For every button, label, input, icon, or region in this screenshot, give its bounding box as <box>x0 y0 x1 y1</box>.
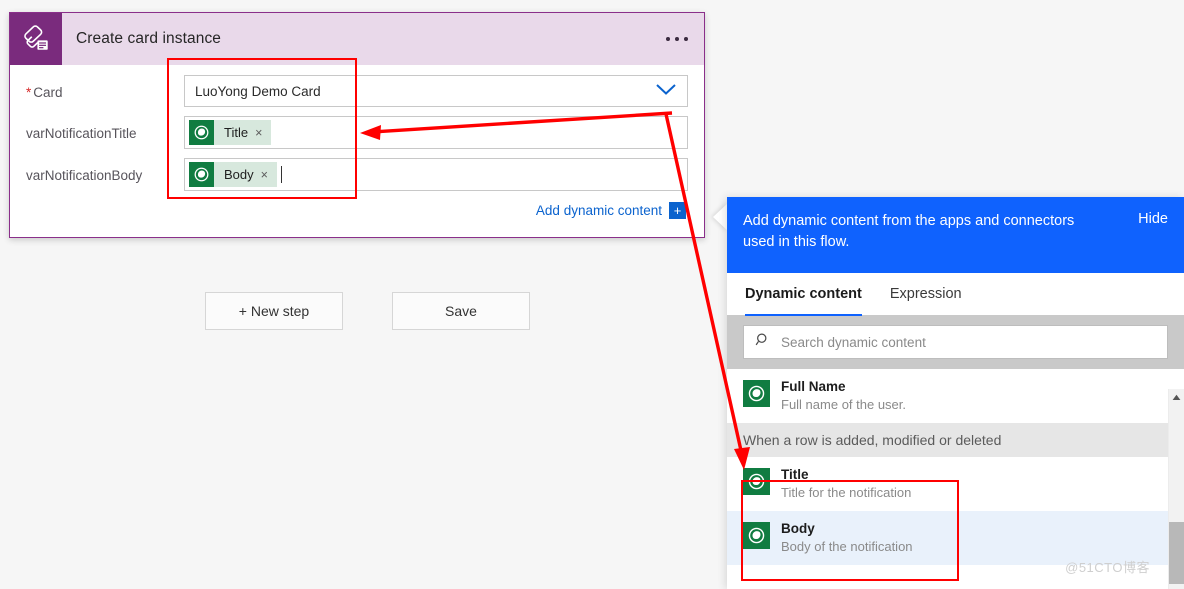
panel-scrollbar-thumb[interactable] <box>1169 522 1184 584</box>
list-item[interactable]: Full Name Full name of the user. <box>727 369 1184 423</box>
field-control-var-notification-body: Body × <box>184 158 688 191</box>
dynamic-content-list: Full Name Full name of the user. When a … <box>727 369 1184 565</box>
action-card-title: Create card instance <box>76 30 222 47</box>
flow-action-buttons: + New step Save <box>205 292 530 330</box>
dynamic-token-body-label: Body <box>224 167 254 182</box>
dataverse-icon <box>743 468 770 495</box>
list-item-description: Full name of the user. <box>781 397 907 412</box>
list-item-description: Body of the notification <box>781 539 913 554</box>
chevron-down-icon[interactable] <box>655 83 677 99</box>
list-item-text: Full Name Full name of the user. <box>781 378 906 414</box>
add-dynamic-content-row: Add dynamic content + <box>26 198 688 219</box>
search-placeholder: Search dynamic content <box>781 334 926 350</box>
dynamic-content-banner-text: Add dynamic content from the apps and co… <box>743 213 1075 250</box>
dynamic-content-banner: Add dynamic content from the apps and co… <box>727 197 1184 273</box>
card-combobox[interactable]: LuoYong Demo Card <box>184 75 688 107</box>
required-marker: * <box>26 85 32 100</box>
var-notification-body-input[interactable]: Body × <box>184 158 688 191</box>
dot <box>675 37 679 41</box>
action-card-header: Create card instance <box>10 13 704 65</box>
dynamic-content-search-wrap: Search dynamic content <box>727 315 1184 369</box>
dataverse-icon <box>743 380 770 407</box>
field-label-card: * Card <box>26 75 184 100</box>
panel-pointer <box>713 203 728 231</box>
field-row-var-notification-title: varNotificationTitle Title × <box>26 116 688 149</box>
remove-token-icon[interactable]: × <box>261 168 277 182</box>
list-item[interactable]: Body Body of the notification <box>727 511 1184 565</box>
dataverse-icon <box>743 522 770 549</box>
text-caret <box>280 166 282 183</box>
dynamic-token-title-label: Title <box>224 125 249 140</box>
list-item-name: Full Name <box>781 379 846 394</box>
save-button[interactable]: Save <box>392 292 530 330</box>
field-control-var-notification-title: Title × <box>184 116 688 149</box>
dynamic-token-title[interactable]: Title × <box>189 120 272 145</box>
field-row-card: * Card LuoYong Demo Card <box>26 75 688 107</box>
power-cards-icon <box>10 13 62 65</box>
list-item-name: Body <box>781 521 815 536</box>
dynamic-token-body[interactable]: Body × <box>189 162 277 187</box>
card-combobox-value: LuoYong Demo Card <box>195 83 321 99</box>
add-dynamic-content-link[interactable]: Add dynamic content <box>536 203 662 218</box>
create-card-instance-action: Create card instance * Card LuoYong Demo … <box>9 12 705 238</box>
overflow-menu-icon[interactable] <box>666 37 688 41</box>
tab-dynamic-content[interactable]: Dynamic content <box>745 273 862 316</box>
field-label-var-notification-body: varNotificationBody <box>26 168 143 183</box>
dot <box>666 37 670 41</box>
list-item-name: Title <box>781 467 809 482</box>
dot <box>684 37 688 41</box>
list-item-description: Title for the notification <box>781 485 912 500</box>
field-row-var-notification-body: varNotificationBody Body × <box>26 158 688 191</box>
list-group-header: When a row is added, modified or deleted <box>727 423 1184 457</box>
var-notification-title-input[interactable]: Title × <box>184 116 688 149</box>
dataverse-icon <box>189 120 214 145</box>
screenshot-root: Create card instance * Card LuoYong Demo … <box>0 0 1184 589</box>
new-step-button[interactable]: + New step <box>205 292 343 330</box>
field-label-text: Card <box>33 85 63 100</box>
scroll-up-arrow-icon[interactable] <box>1169 389 1184 406</box>
dynamic-content-tabs: Dynamic content Expression <box>727 273 1184 316</box>
field-label-var-notification-title: varNotificationTitle <box>26 126 137 141</box>
remove-token-icon[interactable]: × <box>255 126 271 140</box>
dataverse-icon <box>189 162 214 187</box>
dynamic-content-panel: Add dynamic content from the apps and co… <box>727 197 1184 589</box>
field-control-card: LuoYong Demo Card <box>184 75 688 107</box>
action-card-body: * Card LuoYong Demo Card varNotificationT… <box>10 65 704 219</box>
list-item[interactable]: Title Title for the notification <box>727 457 1184 511</box>
search-icon <box>755 332 771 353</box>
list-item-text: Body Body of the notification <box>781 520 913 556</box>
search-dynamic-content-input[interactable]: Search dynamic content <box>743 325 1168 359</box>
list-item-text: Title Title for the notification <box>781 466 911 502</box>
add-dynamic-content-plus-icon[interactable]: + <box>669 202 686 219</box>
tab-expression[interactable]: Expression <box>890 273 962 315</box>
hide-button[interactable]: Hide <box>1128 211 1168 227</box>
